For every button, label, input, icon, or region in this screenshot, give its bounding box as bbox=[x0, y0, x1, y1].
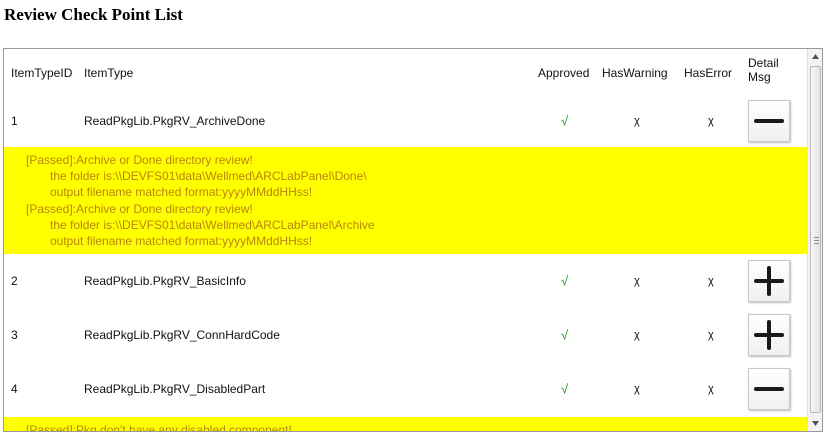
scrollbar-thumb[interactable] bbox=[810, 66, 821, 413]
detail-line: output filename matched format:yyyyMMddH… bbox=[50, 234, 313, 249]
detail-line: the folder is:\\DEVFS01\data\Wellmed\ARC… bbox=[50, 169, 367, 184]
header-msg-label: Msg bbox=[748, 70, 771, 84]
header-detail-msg: Detail Msg bbox=[748, 56, 779, 84]
header-item-type: ItemType bbox=[84, 66, 134, 80]
expand-detail-button[interactable] bbox=[748, 260, 790, 302]
warning-mark: χ bbox=[634, 115, 640, 127]
warning-mark: χ bbox=[634, 383, 640, 395]
header-has-warning: HasWarning bbox=[602, 66, 668, 80]
item-type: ReadPkgLib.PkgRV_DisabledPart bbox=[84, 382, 266, 396]
table-viewport: ItemTypeID ItemType Approved HasWarning … bbox=[4, 49, 807, 431]
error-mark: χ bbox=[708, 275, 714, 287]
table-row: 3 ReadPkgLib.PkgRV_ConnHardCode √ χ χ bbox=[4, 309, 807, 361]
approved-check: √ bbox=[561, 113, 569, 129]
error-mark: χ bbox=[708, 383, 714, 395]
header-detail-label: Detail bbox=[748, 56, 779, 70]
item-type-id: 2 bbox=[11, 274, 18, 288]
header-item-type-id: ItemTypeID bbox=[11, 66, 73, 80]
item-type: ReadPkgLib.PkgRV_BasicInfo bbox=[84, 274, 246, 288]
detail-line: [Passed]:Pkg don't have any disabled com… bbox=[26, 423, 292, 431]
detail-line: [Passed]:Archive or Done directory revie… bbox=[26, 153, 253, 167]
item-type-id: 4 bbox=[11, 382, 18, 396]
table-row: 2 ReadPkgLib.PkgRV_BasicInfo √ χ χ bbox=[4, 255, 807, 307]
header-has-error: HasError bbox=[684, 66, 733, 80]
approved-check: √ bbox=[561, 327, 569, 343]
item-type: ReadPkgLib.PkgRV_ArchiveDone bbox=[84, 114, 266, 128]
grip-icon bbox=[814, 237, 819, 246]
detail-message-panel: [Passed]:Archive or Done directory revie… bbox=[4, 147, 807, 254]
plus-icon bbox=[754, 320, 784, 350]
page-title: Review Check Point List bbox=[4, 5, 183, 24]
item-type-id: 1 bbox=[11, 114, 18, 128]
collapse-detail-button[interactable] bbox=[748, 368, 790, 410]
item-type-id: 3 bbox=[11, 328, 18, 342]
detail-line: output filename matched format:yyyyMMddH… bbox=[50, 185, 313, 200]
detail-line: [Passed]:Archive or Done directory revie… bbox=[26, 201, 253, 216]
expand-detail-button[interactable] bbox=[748, 314, 790, 356]
table-row: 1 ReadPkgLib.PkgRV_ArchiveDone √ χ χ bbox=[4, 95, 807, 147]
detail-line: the folder is:\\DEVFS01\data\Wellmed\ARC… bbox=[50, 217, 375, 232]
error-mark: χ bbox=[708, 329, 714, 341]
plus-icon bbox=[754, 266, 784, 296]
approved-check: √ bbox=[561, 381, 569, 397]
checkpoint-table-panel: ItemTypeID ItemType Approved HasWarning … bbox=[3, 48, 823, 432]
warning-mark: χ bbox=[634, 329, 640, 341]
minus-icon bbox=[754, 387, 784, 391]
scroll-down-arrow-icon[interactable] bbox=[808, 416, 822, 431]
collapse-detail-button[interactable] bbox=[748, 100, 790, 142]
item-type: ReadPkgLib.PkgRV_ConnHardCode bbox=[84, 328, 280, 342]
approved-check: √ bbox=[561, 273, 569, 289]
table-row: 4 ReadPkgLib.PkgRV_DisabledPart √ χ χ bbox=[4, 363, 807, 415]
vertical-scrollbar[interactable] bbox=[807, 49, 822, 431]
warning-mark: χ bbox=[634, 275, 640, 287]
minus-icon bbox=[754, 119, 784, 123]
header-approved: Approved bbox=[538, 66, 590, 80]
table-header: ItemTypeID ItemType Approved HasWarning … bbox=[4, 49, 807, 95]
detail-message-panel: [Passed]:Pkg don't have any disabled com… bbox=[4, 417, 807, 431]
scroll-up-arrow-icon[interactable] bbox=[808, 49, 822, 64]
error-mark: χ bbox=[708, 115, 714, 127]
